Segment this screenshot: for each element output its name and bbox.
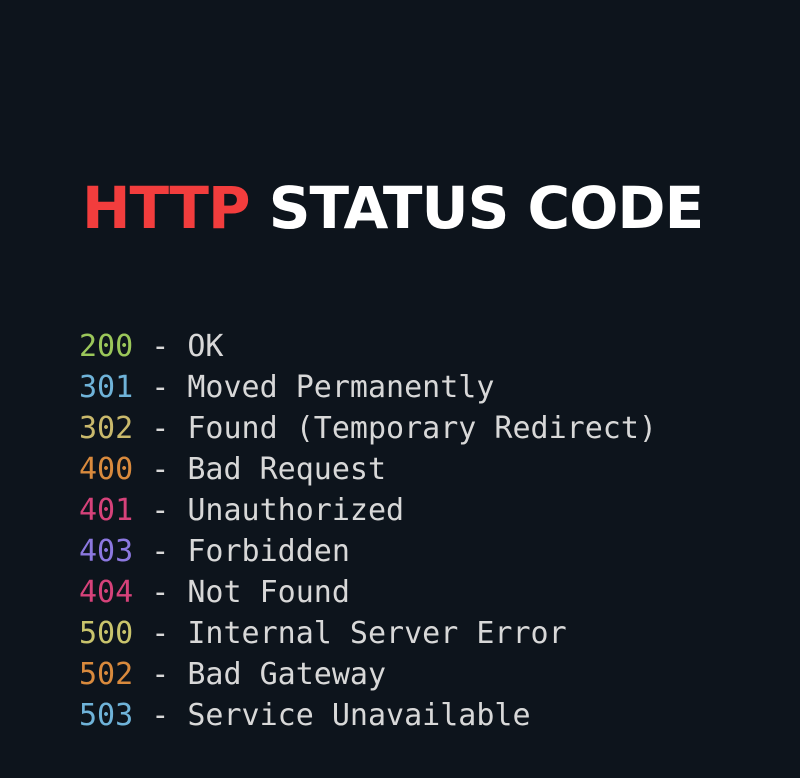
status-code-list: 200 - OK 301 - Moved Permanently 302 - F… <box>79 326 657 736</box>
page-title: HTTP STATUS CODE <box>82 170 704 246</box>
status-code: 302 <box>79 411 134 446</box>
title-rest: STATUS CODE <box>268 174 704 242</box>
status-description: Not Found <box>187 575 350 610</box>
status-code: 404 <box>79 575 134 610</box>
separator: - <box>133 329 188 364</box>
status-description: Service Unavailable <box>187 698 531 733</box>
separator: - <box>133 698 188 733</box>
separator: - <box>133 411 188 446</box>
status-description: Internal Server Error <box>187 616 567 651</box>
status-description: Bad Gateway <box>187 657 387 692</box>
list-item: 200 - OK <box>79 326 657 367</box>
separator: - <box>133 534 188 569</box>
status-description: Forbidden <box>187 534 350 569</box>
status-code: 500 <box>79 616 134 651</box>
status-code: 400 <box>79 452 134 487</box>
status-description: Moved Permanently <box>187 370 495 405</box>
list-item: 403 - Forbidden <box>79 531 657 572</box>
list-item: 301 - Moved Permanently <box>79 367 657 408</box>
poster: HTTP STATUS CODE 200 - OK 301 - Moved Pe… <box>0 0 800 778</box>
separator: - <box>133 452 188 487</box>
status-code: 502 <box>79 657 134 692</box>
list-item: 404 - Not Found <box>79 572 657 613</box>
list-item: 401 - Unauthorized <box>79 490 657 531</box>
separator: - <box>133 575 188 610</box>
separator: - <box>133 657 188 692</box>
status-description: Unauthorized <box>187 493 405 528</box>
list-item: 500 - Internal Server Error <box>79 613 657 654</box>
status-code: 301 <box>79 370 134 405</box>
status-code: 503 <box>79 698 134 733</box>
status-description: Found (Temporary Redirect) <box>187 411 657 446</box>
status-code: 401 <box>79 493 134 528</box>
status-description: OK <box>187 329 224 364</box>
status-code: 200 <box>79 329 134 364</box>
list-item: 503 - Service Unavailable <box>79 695 657 736</box>
status-description: Bad Request <box>187 452 387 487</box>
list-item: 502 - Bad Gateway <box>79 654 657 695</box>
separator: - <box>133 493 188 528</box>
list-item: 302 - Found (Temporary Redirect) <box>79 408 657 449</box>
title-accent: HTTP <box>82 174 251 242</box>
separator: - <box>133 616 188 651</box>
status-code: 403 <box>79 534 134 569</box>
separator: - <box>133 370 188 405</box>
list-item: 400 - Bad Request <box>79 449 657 490</box>
